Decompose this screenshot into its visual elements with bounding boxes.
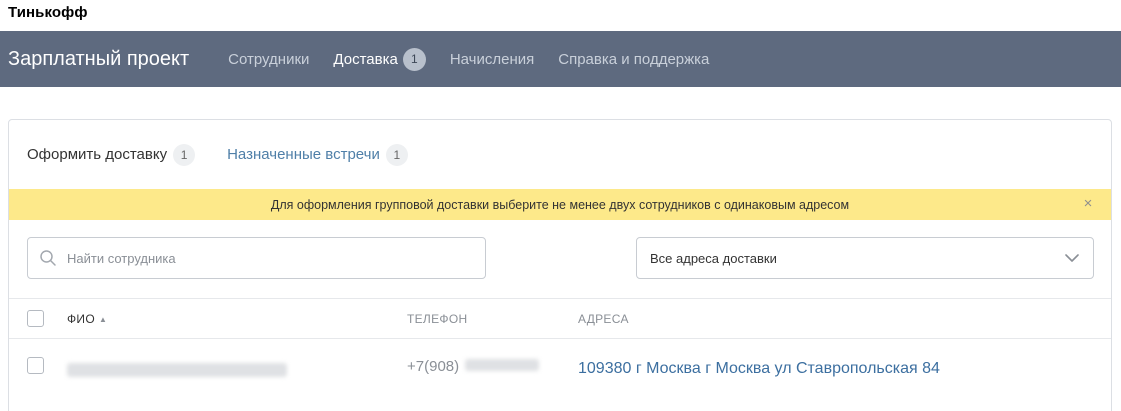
info-banner-text: Для оформления групповой доставки выбери… [270, 197, 850, 212]
column-header-address: АДРЕСА [578, 312, 629, 326]
employee-phone-redacted [465, 359, 539, 371]
chevron-down-icon [1065, 253, 1079, 262]
search-input[interactable] [67, 250, 447, 266]
tab-label: Оформить доставку [27, 146, 168, 163]
nav-item-delivery[interactable]: Доставка 1 [333, 47, 426, 71]
employee-search[interactable] [27, 237, 486, 279]
delivery-tabs: Оформить доставку 1 Назначенные встречи … [9, 120, 1111, 189]
sort-ascending-icon: ▲ [98, 315, 108, 324]
employee-address-link[interactable]: 109380 г Москва г Москва ул Ставропольск… [578, 360, 940, 378]
employee-phone-prefix: +7(908) [407, 358, 460, 375]
table-header: ФИО ▲ ТЕЛЕФОН АДРЕСА [9, 298, 1111, 339]
select-all-checkbox[interactable] [27, 310, 44, 327]
nav-item-label: Справка и поддержка [558, 50, 710, 68]
column-header-name-label: ФИО [67, 312, 95, 326]
nav-item-employees[interactable]: Сотрудники [228, 51, 309, 68]
info-banner: Для оформления групповой доставки выбери… [9, 189, 1111, 220]
search-icon [40, 250, 56, 266]
tab-label: Назначенные встречи [227, 146, 380, 163]
nav-count-badge: 1 [402, 47, 426, 71]
close-icon[interactable]: × [1079, 195, 1097, 213]
main-nav: Сотрудники Доставка 1 Начисления Справка… [228, 47, 733, 71]
product-title[interactable]: Зарплатный проект [8, 48, 189, 71]
table-row[interactable]: +7(908) 109380 г Москва г Москва ул Став… [9, 339, 1111, 399]
employee-name-redacted [67, 363, 287, 377]
address-filter-value: Все адреса доставки [650, 250, 777, 266]
brand-logo-text[interactable]: Тинькофф [8, 4, 88, 24]
nav-item-label: Начисления [449, 50, 535, 68]
address-filter-select[interactable]: Все адреса доставки [636, 237, 1094, 279]
nav-item-accruals[interactable]: Начисления [450, 51, 534, 68]
row-checkbox[interactable] [27, 357, 44, 374]
column-header-phone: ТЕЛЕФОН [407, 312, 468, 326]
tab-create-delivery[interactable]: Оформить доставку 1 [27, 143, 196, 166]
nav-item-label: Доставка [333, 50, 398, 68]
tab-count-badge: 1 [385, 143, 408, 166]
nav-item-label: Сотрудники [228, 50, 310, 68]
nav-item-help-support[interactable]: Справка и поддержка [558, 51, 709, 68]
tab-count-badge: 1 [173, 143, 196, 166]
column-header-name[interactable]: ФИО ▲ [67, 312, 107, 326]
tab-scheduled-meetings[interactable]: Назначенные встречи 1 [227, 143, 408, 166]
top-navigation-bar: Зарплатный проект Сотрудники Доставка 1 … [0, 31, 1121, 87]
delivery-card: Оформить доставку 1 Назначенные встречи … [8, 119, 1112, 411]
